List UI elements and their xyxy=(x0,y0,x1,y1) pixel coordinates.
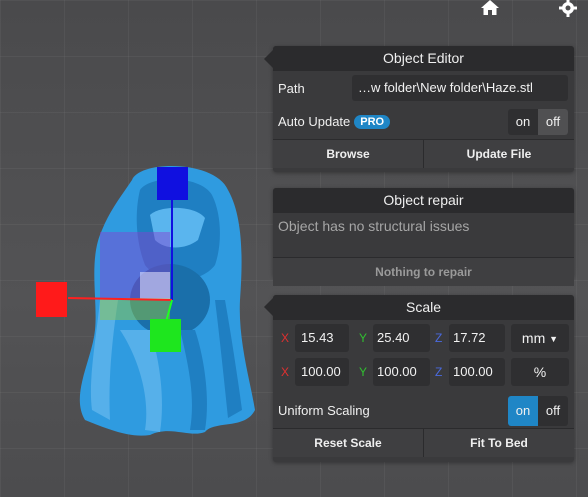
percent-unit: % xyxy=(511,358,569,386)
object-editor-panel: Object Editor Path …w folder\New folder\… xyxy=(264,46,574,172)
uniform-scaling-row: Uniform Scaling on off xyxy=(273,392,574,428)
unit-value: mm xyxy=(521,330,546,346)
axis-x-label: X xyxy=(281,331,290,345)
scale-panel: Scale X 15.43 Y 25.40 Z 17.72 mm ▼ X 100… xyxy=(264,295,574,462)
axis-y-label: Y xyxy=(359,331,368,345)
axis-x-label: X xyxy=(281,365,290,379)
gizmo-plane-xy xyxy=(100,298,170,320)
uniform-scaling-label: Uniform Scaling xyxy=(278,403,370,418)
size-y-value: 25.40 xyxy=(377,330,410,345)
reset-scale-button[interactable]: Reset Scale xyxy=(273,429,423,457)
size-z-value: 17.72 xyxy=(453,330,486,345)
gear-icon[interactable] xyxy=(558,0,580,20)
repair-status-message: Object has no structural issues xyxy=(278,218,470,234)
axis-z-label: Z xyxy=(435,365,443,379)
chevron-down-icon: ▼ xyxy=(549,334,559,344)
axis-y-label: Y xyxy=(359,365,368,379)
path-label: Path xyxy=(278,81,305,96)
browse-button[interactable]: Browse xyxy=(273,140,423,168)
percent-z-input[interactable]: Z 100.00 xyxy=(435,358,505,386)
gizmo-plane-yz xyxy=(140,272,170,300)
uniform-scaling-on[interactable]: on xyxy=(508,396,538,426)
unit-select[interactable]: mm ▼ xyxy=(511,324,569,352)
path-row: Path …w folder\New folder\Haze.stl xyxy=(273,71,574,105)
axis-z-label: Z xyxy=(435,331,443,345)
auto-update-on[interactable]: on xyxy=(508,109,538,135)
percent-y-input[interactable]: Y 100.00 xyxy=(359,358,430,386)
object-repair-title: Object repair xyxy=(273,188,574,213)
panel-pointer xyxy=(264,50,273,68)
uniform-scaling-toggle[interactable]: on off xyxy=(508,396,568,426)
scale-buttons: Reset Scale Fit To Bed xyxy=(273,428,574,457)
auto-update-off[interactable]: off xyxy=(538,109,568,135)
nothing-to-repair-button[interactable]: Nothing to repair xyxy=(273,258,574,286)
object-editor-buttons: Browse Update File xyxy=(273,139,574,168)
auto-update-row: Auto Update PRO on off xyxy=(273,105,574,139)
object-editor-title: Object Editor xyxy=(273,46,574,71)
size-x-value: 15.43 xyxy=(301,330,334,345)
repair-buttons: Nothing to repair xyxy=(273,257,574,286)
percent-z-value: 100.00 xyxy=(453,364,493,379)
uniform-scaling-off[interactable]: off xyxy=(538,396,568,426)
panel-pointer xyxy=(264,298,273,316)
pro-badge: PRO xyxy=(354,115,391,129)
object-repair-panel: Object repair Object has no structural i… xyxy=(273,188,574,286)
auto-update-label: Auto Update PRO xyxy=(278,114,391,129)
home-icon[interactable] xyxy=(481,0,503,20)
update-file-button[interactable]: Update File xyxy=(423,140,574,168)
percent-y-value: 100.00 xyxy=(377,364,417,379)
size-y-input[interactable]: Y 25.40 xyxy=(359,324,430,352)
auto-update-text: Auto Update xyxy=(278,114,351,129)
scale-title: Scale xyxy=(273,295,574,320)
percent-x-value: 100.00 xyxy=(301,364,341,379)
size-z-input[interactable]: Z 17.72 xyxy=(435,324,505,352)
auto-update-toggle[interactable]: on off xyxy=(508,109,568,135)
gizmo-handle-y[interactable] xyxy=(150,319,181,352)
fit-to-bed-button[interactable]: Fit To Bed xyxy=(423,429,574,457)
scale-percent-row: X 100.00 Y 100.00 Z 100.00 % xyxy=(273,356,574,392)
scale-size-row: X 15.43 Y 25.40 Z 17.72 mm ▼ xyxy=(273,320,574,356)
percent-x-input[interactable]: X 100.00 xyxy=(281,358,349,386)
gizmo-handle-x[interactable] xyxy=(36,282,67,317)
gizmo-handle-z[interactable] xyxy=(157,167,188,200)
size-x-input[interactable]: X 15.43 xyxy=(281,324,349,352)
path-field[interactable]: …w folder\New folder\Haze.stl xyxy=(352,75,568,101)
